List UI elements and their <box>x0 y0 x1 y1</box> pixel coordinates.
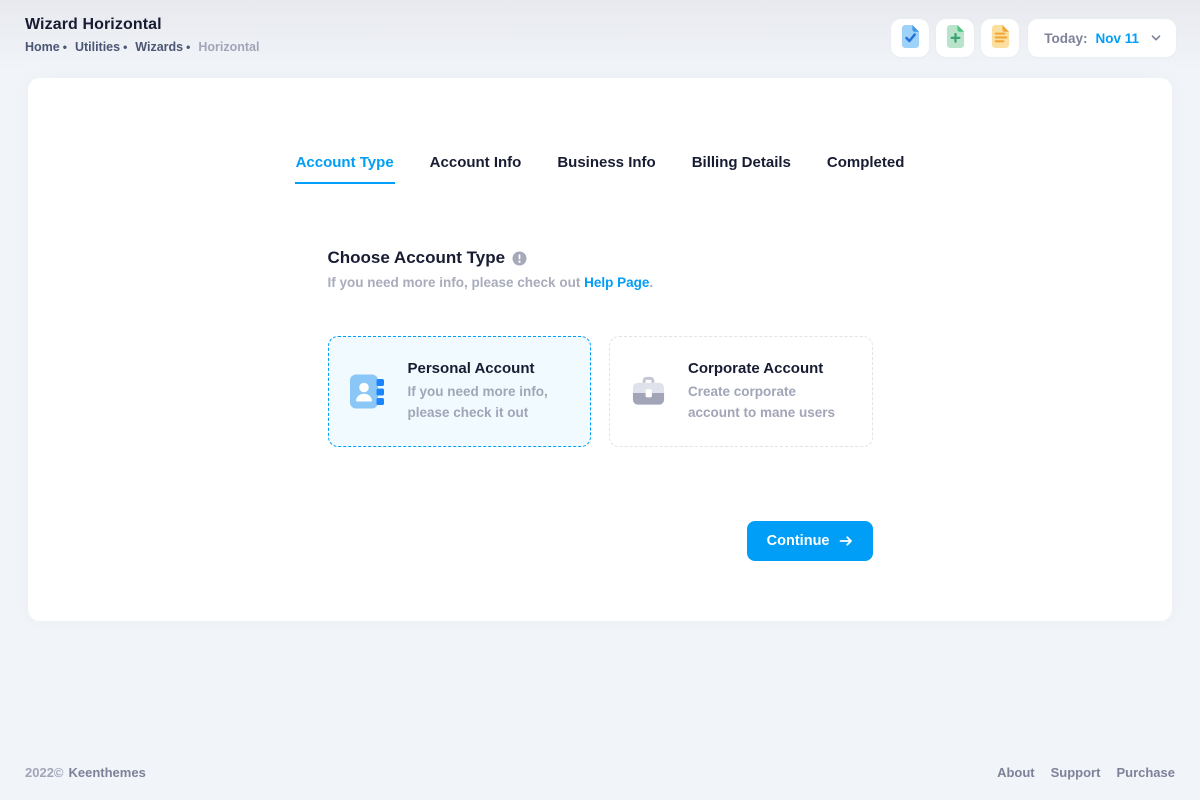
tab-completed[interactable]: Completed <box>826 154 906 184</box>
page-footer: 2022© Keenthemes About Support Purchase <box>0 765 1200 800</box>
section-heading-row: Choose Account Type <box>328 248 873 268</box>
address-book-icon <box>349 373 387 411</box>
option-description: If you need more info, please check it o… <box>408 382 571 424</box>
page-heading-block: Wizard Horizontal Home • Utilities • Wiz… <box>25 16 259 54</box>
footer-menu: About Support Purchase <box>997 765 1175 780</box>
tab-account-type[interactable]: Account Type <box>295 154 395 184</box>
option-personal-account[interactable]: Personal Account If you need more info, … <box>328 336 592 447</box>
chevron-down-icon <box>1145 32 1162 44</box>
section-subheading: If you need more info, please check out … <box>328 275 873 290</box>
footer-copyright: 2022© Keenthemes <box>25 765 146 780</box>
file-add-button[interactable] <box>936 19 974 57</box>
footer-link-support[interactable]: Support <box>1051 765 1101 780</box>
breadcrumb-wizards[interactable]: Wizards <box>135 40 183 54</box>
wizard-actions: Continue <box>328 521 873 561</box>
section-heading: Choose Account Type <box>328 248 506 268</box>
wizard-stepper: Account Type Account Info Business Info … <box>28 78 1172 184</box>
breadcrumb: Home • Utilities • Wizards • Horizontal <box>25 40 259 54</box>
subheading-text: If you need more info, please check out <box>328 275 581 290</box>
file-plus-icon <box>945 24 966 52</box>
tab-account-info[interactable]: Account Info <box>429 154 523 184</box>
info-icon[interactable] <box>512 251 527 266</box>
tab-business-info[interactable]: Business Info <box>556 154 656 184</box>
briefcase-icon <box>630 374 667 409</box>
breadcrumb-home[interactable]: Home <box>25 40 60 54</box>
continue-label: Continue <box>767 533 830 549</box>
arrow-right-icon <box>839 535 853 547</box>
page-title: Wizard Horizontal <box>25 16 259 34</box>
wizard-card: Account Type Account Info Business Info … <box>28 78 1172 621</box>
page-header: Wizard Horizontal Home • Utilities • Wiz… <box>0 0 1200 78</box>
keenthemes-link[interactable]: Keenthemes <box>69 765 146 780</box>
option-title: Corporate Account <box>688 360 852 377</box>
option-corporate-account[interactable]: Corporate Account Create corporate accou… <box>609 336 873 447</box>
breadcrumb-horizontal: Horizontal <box>198 40 259 54</box>
option-text: Corporate Account Create corporate accou… <box>688 360 852 424</box>
option-description: Create corporate account to mane users <box>688 382 852 424</box>
date-picker-button[interactable]: Today: Nov 11 <box>1028 19 1176 57</box>
toolbar-actions: Today: Nov 11 <box>891 19 1176 57</box>
continue-button[interactable]: Continue <box>747 521 873 561</box>
footer-link-purchase[interactable]: Purchase <box>1116 765 1175 780</box>
copyright-year: 2022© <box>25 765 64 780</box>
tab-billing-details[interactable]: Billing Details <box>691 154 792 184</box>
option-title: Personal Account <box>408 360 571 377</box>
help-page-link[interactable]: Help Page <box>584 275 649 290</box>
footer-link-about[interactable]: About <box>997 765 1035 780</box>
subheading-suffix: . <box>649 275 653 290</box>
option-text: Personal Account If you need more info, … <box>408 360 571 424</box>
file-lines-icon <box>990 24 1011 52</box>
date-value: Nov 11 <box>1095 31 1139 46</box>
breadcrumb-separator: • <box>123 41 127 53</box>
wizard-form: Choose Account Type If you need more inf… <box>328 248 873 561</box>
breadcrumb-separator: • <box>63 41 67 53</box>
account-type-options: Personal Account If you need more info, … <box>328 336 873 447</box>
file-lines-button[interactable] <box>981 19 1019 57</box>
file-check-icon <box>900 24 921 52</box>
breadcrumb-separator: • <box>186 41 190 53</box>
file-check-button[interactable] <box>891 19 929 57</box>
page: Wizard Horizontal Home • Utilities • Wiz… <box>0 0 1200 800</box>
date-label: Today: <box>1044 31 1087 46</box>
breadcrumb-utilities[interactable]: Utilities <box>75 40 120 54</box>
